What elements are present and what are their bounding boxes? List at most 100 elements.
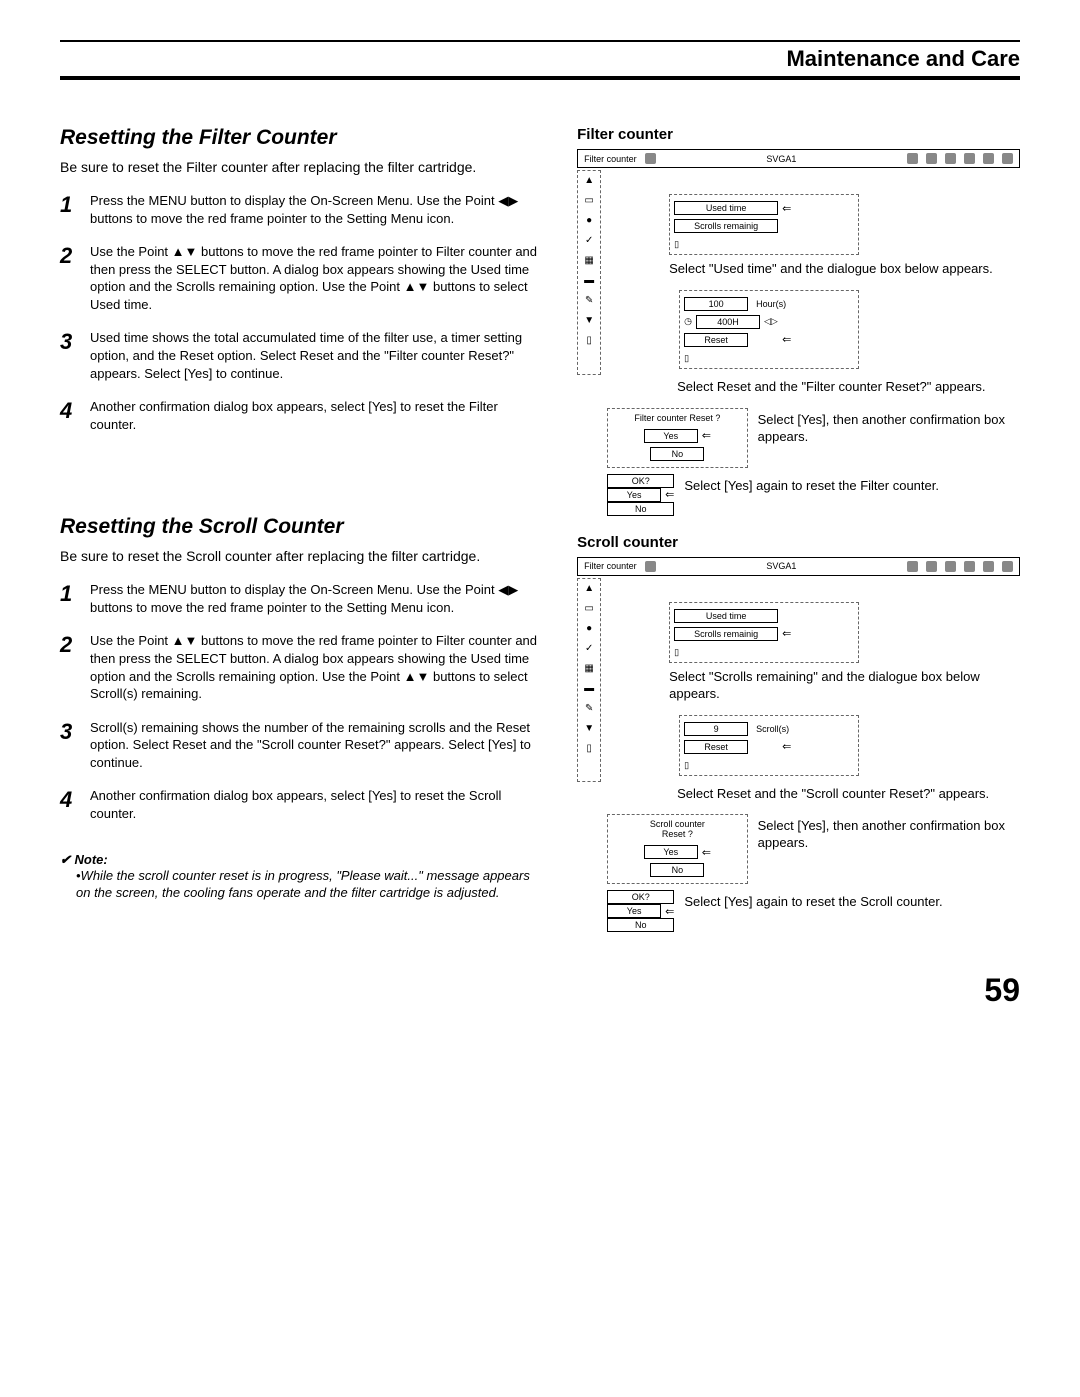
menu-item-icon: ▬ bbox=[583, 683, 595, 695]
step-num: 2 bbox=[60, 243, 90, 313]
menu-icon bbox=[964, 153, 975, 164]
menu-icon bbox=[945, 561, 956, 572]
step-text: Press the MENU button to display the On-… bbox=[90, 192, 547, 227]
used-time-option: Used time bbox=[674, 201, 778, 215]
menu-icon bbox=[907, 153, 918, 164]
menu-label: Filter counter bbox=[584, 154, 637, 164]
pointer-icon: ⇐ bbox=[702, 429, 711, 442]
menu-item-icon: ▦ bbox=[583, 255, 595, 267]
scroll-menu-box: ▲ ▭ ● ✓ ▦ ▬ ✎ ▼ ▯ Used time Scrolls rema… bbox=[577, 578, 1020, 782]
yes-option: Yes bbox=[644, 429, 698, 443]
menu-item-icon: ▦ bbox=[583, 663, 595, 675]
scroll-caption-1: Select "Scrolls remaining" and the dialo… bbox=[669, 669, 1020, 703]
up-icon: ▲ bbox=[583, 583, 595, 595]
used-time-option: Used time bbox=[674, 609, 778, 623]
filter-counter-heading: Filter counter bbox=[577, 126, 1020, 143]
no-option: No bbox=[607, 918, 674, 932]
menu-icon bbox=[983, 561, 994, 572]
step-num: 4 bbox=[60, 787, 90, 822]
scroll-confirm-row: Scroll counter Reset ? Yes⇐ No Select [Y… bbox=[577, 814, 1020, 890]
exit-icon: ▯ bbox=[674, 647, 854, 658]
ok-confirm-dialog: OK? Yes ⇐ No bbox=[607, 890, 674, 932]
scroll-section-title: Resetting the Scroll Counter bbox=[60, 515, 547, 539]
pointer-icon: ⇐ bbox=[782, 627, 791, 640]
step-text: Use the Point ▲▼ buttons to move the red… bbox=[90, 632, 547, 702]
menu-item-icon: ▬ bbox=[583, 275, 595, 287]
menu-mode: SVGA1 bbox=[766, 154, 796, 164]
scroll-caption-4: Select [Yes] again to reset the Scroll c… bbox=[684, 894, 942, 911]
menu-item-icon: ▭ bbox=[583, 603, 595, 615]
scrolls-dialog: 9Scroll(s) Reset⇐ ▯ bbox=[679, 715, 859, 776]
filter-caption-1: Select "Used time" and the dialogue box … bbox=[669, 261, 1020, 278]
filter-caption-4: Select [Yes] again to reset the Filter c… bbox=[684, 478, 939, 495]
pointer-icon: ⇐ bbox=[782, 740, 791, 753]
ok-label: OK? bbox=[607, 474, 674, 488]
menu-item-icon: ▭ bbox=[583, 195, 595, 207]
menu-icon bbox=[645, 153, 656, 164]
reset-option: Reset bbox=[684, 333, 748, 347]
step-num: 1 bbox=[60, 581, 90, 616]
value-100: 100 bbox=[684, 297, 748, 311]
no-option: No bbox=[650, 447, 704, 461]
ok-confirm-dialog: OK? Yes⇐ No bbox=[607, 474, 674, 516]
main-columns: Resetting the Filter Counter Be sure to … bbox=[60, 120, 1020, 932]
menu-icon bbox=[645, 561, 656, 572]
scrolls-label: Scroll(s) bbox=[752, 724, 793, 734]
pointer-icon: ⇐ bbox=[702, 846, 711, 859]
pointer-icon: ⇐ bbox=[782, 333, 791, 346]
reset-question: Filter counter Reset ? bbox=[612, 413, 742, 423]
reset-question-1: Scroll counter bbox=[612, 819, 742, 829]
step-num: 4 bbox=[60, 398, 90, 433]
step-text: Scroll(s) remaining shows the number of … bbox=[90, 719, 547, 772]
menu-sidebar: ▲ ▭ ● ✓ ▦ ▬ ✎ ▼ ▯ bbox=[577, 578, 601, 782]
options-dialog: Used time Scrolls remainig⇐ ▯ bbox=[669, 602, 859, 663]
menu-icon bbox=[907, 561, 918, 572]
hours-label: Hour(s) bbox=[752, 299, 790, 309]
menu-icon bbox=[926, 561, 937, 572]
no-option: No bbox=[650, 863, 704, 877]
filter-step-1: 1 Press the MENU button to display the O… bbox=[60, 192, 547, 227]
clock-icon: ◷ bbox=[684, 316, 692, 327]
step-text: Used time shows the total accumulated ti… bbox=[90, 329, 547, 382]
step-text: Use the Point ▲▼ buttons to move the red… bbox=[90, 243, 547, 313]
step-num: 3 bbox=[60, 329, 90, 382]
menu-icon bbox=[983, 153, 994, 164]
step-text: Another confirmation dialog box appears,… bbox=[90, 398, 547, 433]
yes-option: Yes bbox=[607, 488, 661, 502]
down-icon: ▼ bbox=[583, 723, 595, 735]
up-icon: ▲ bbox=[583, 175, 595, 187]
pointer-icon: ⇐ bbox=[665, 905, 674, 918]
filter-caption-2: Select Reset and the "Filter counter Res… bbox=[677, 379, 1020, 396]
reset-option: Reset bbox=[684, 740, 748, 754]
pointer-icon: ⇐ bbox=[665, 488, 674, 501]
filter-caption-3: Select [Yes], then another confirmation … bbox=[758, 412, 1020, 446]
ok-label: OK? bbox=[607, 890, 674, 904]
scroll-step-4: 4 Another confirmation dialog box appear… bbox=[60, 787, 547, 822]
scroll-step-3: 3 Scroll(s) remaining shows the number o… bbox=[60, 719, 547, 772]
menu-bar: Filter counter SVGA1 bbox=[577, 557, 1020, 576]
filter-step-4: 4 Another confirmation dialog box appear… bbox=[60, 398, 547, 433]
note-body: •While the scroll counter reset is in pr… bbox=[76, 868, 547, 902]
pointer-icon: ⇐ bbox=[782, 202, 791, 215]
scroll-counter-heading: Scroll counter bbox=[577, 534, 1020, 551]
menu-icon bbox=[1002, 153, 1013, 164]
menu-item-icon: ✓ bbox=[583, 235, 595, 247]
lr-arrow-icon: ◁▷ bbox=[764, 316, 778, 327]
page-number: 59 bbox=[60, 972, 1020, 1009]
down-icon: ▼ bbox=[583, 315, 595, 327]
step-num: 1 bbox=[60, 192, 90, 227]
header-bar: Maintenance and Care bbox=[60, 40, 1020, 80]
filter-ok-row: OK? Yes⇐ No Select [Yes] again to reset … bbox=[577, 474, 1020, 516]
step-num: 3 bbox=[60, 719, 90, 772]
filter-menu-box: ▲ ▭ ● ✓ ▦ ▬ ✎ ▼ ▯ Used time⇐ Scrolls rem… bbox=[577, 170, 1020, 375]
left-column: Resetting the Filter Counter Be sure to … bbox=[60, 120, 547, 932]
exit-icon: ▯ bbox=[684, 760, 854, 771]
yes-option: Yes bbox=[607, 904, 661, 918]
scroll-intro: Be sure to reset the Scroll counter afte… bbox=[60, 547, 547, 565]
menu-item-icon: ✎ bbox=[583, 295, 595, 307]
menu-item-icon: ● bbox=[583, 623, 595, 635]
filter-section-title: Resetting the Filter Counter bbox=[60, 126, 547, 150]
menu-sidebar: ▲ ▭ ● ✓ ▦ ▬ ✎ ▼ ▯ bbox=[577, 170, 601, 375]
exit-icon: ▯ bbox=[674, 239, 854, 250]
scroll-ok-row: OK? Yes ⇐ No Select [Yes] again to reset … bbox=[577, 890, 1020, 932]
